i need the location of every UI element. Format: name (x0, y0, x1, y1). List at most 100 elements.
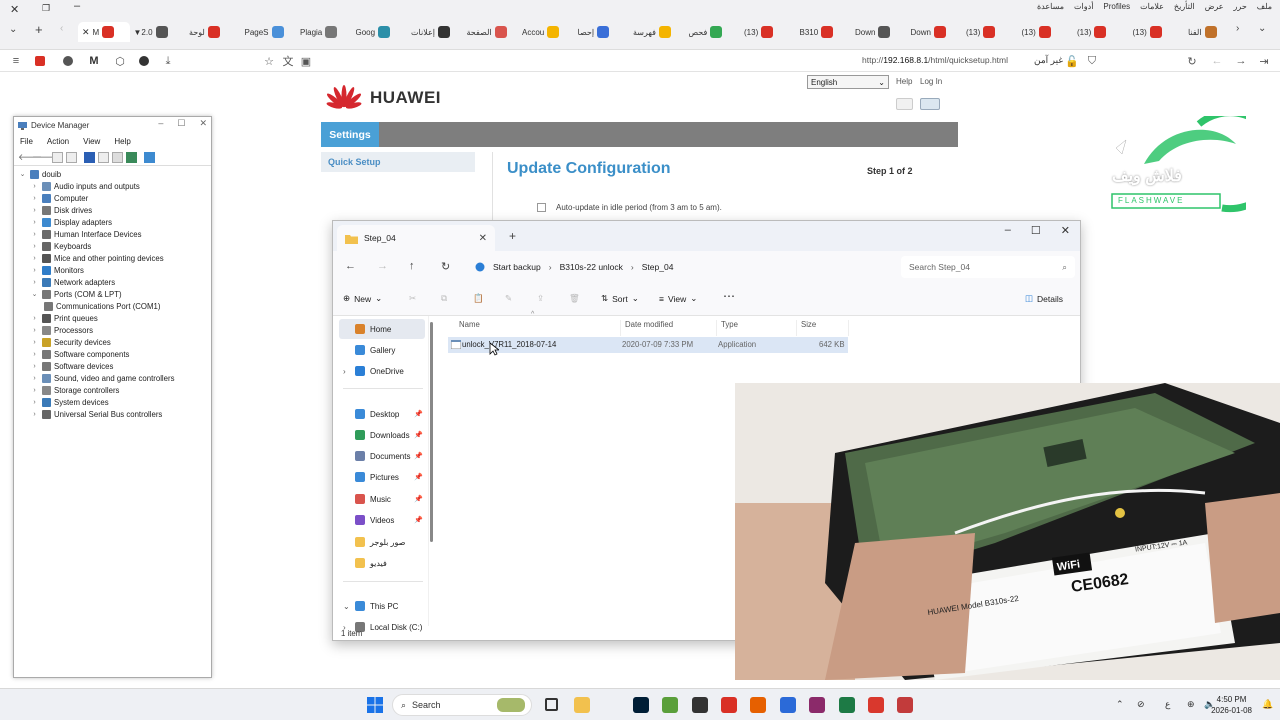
device-category[interactable]: › Disk drives (18, 204, 211, 216)
device-category[interactable]: › Mice and other pointing devices (18, 252, 211, 264)
tab-settings[interactable]: Settings (321, 122, 379, 147)
nav-scrollbar[interactable] (430, 322, 433, 542)
extension-icon-3[interactable]: ⬡ (113, 54, 127, 68)
cut-icon[interactable]: ✂ (409, 293, 416, 304)
nav-item[interactable]: Documents 📌 (339, 446, 425, 466)
tree-root[interactable]: ⌄ douib (18, 168, 211, 180)
browser-menu-item[interactable]: التأريخ (1174, 2, 1195, 11)
browser-menu-item[interactable]: علامات (1140, 2, 1164, 11)
url-bar[interactable]: http://192.168.8.1/html/quicksetup.html (862, 55, 1008, 65)
column-header-name[interactable]: Name (455, 320, 621, 336)
bookmark-star-icon[interactable]: ☆ (262, 54, 276, 68)
chevron-right-icon[interactable]: › (549, 262, 552, 272)
login-link[interactable]: Log In (920, 77, 942, 86)
browser-tab[interactable]: Down (911, 22, 963, 42)
expand-icon[interactable]: › (30, 315, 39, 322)
show-hidden-icons[interactable]: ⌃ (1116, 699, 1124, 710)
back-icon[interactable]: ← (345, 260, 356, 272)
browser-menu-item[interactable]: مساعدة (1037, 2, 1064, 11)
menu-item-view[interactable]: View (83, 137, 100, 146)
device-category[interactable]: › Universal Serial Bus controllers (18, 408, 211, 420)
close-tab-icon[interactable]: ✕ (82, 27, 90, 38)
task-view-icon[interactable] (545, 698, 558, 711)
browser-tab[interactable]: B310 (800, 22, 852, 42)
minimize-window-icon[interactable]: – (74, 0, 80, 12)
browser-tab[interactable]: (13) (1022, 22, 1074, 42)
expand-icon[interactable]: › (30, 363, 39, 370)
minimize-icon[interactable]: – (158, 118, 163, 129)
browser-tab[interactable]: (13) (966, 22, 1018, 42)
device-category[interactable]: › Storage controllers (18, 384, 211, 396)
column-header-date[interactable]: Date modified (621, 320, 717, 336)
chrome-icon[interactable] (721, 697, 737, 713)
browser-tab[interactable]: PageS (245, 22, 297, 42)
expand-icon[interactable]: › (30, 279, 39, 286)
browser-tab[interactable]: الصفحة (467, 22, 519, 42)
mail-icon[interactable] (897, 697, 913, 713)
nav-item[interactable]: Desktop 📌 (339, 404, 425, 424)
maximize-icon[interactable]: ☐ (1031, 224, 1041, 237)
shield-icon[interactable]: ⛉ (1085, 54, 1099, 68)
help-link[interactable]: Help (896, 77, 912, 86)
extension-icon-2[interactable] (61, 54, 75, 68)
collapse-icon[interactable]: ⌄ (30, 290, 39, 298)
browser-menu-item[interactable]: Profiles (1103, 2, 1130, 11)
expand-icon[interactable]: › (30, 231, 39, 238)
device-category[interactable]: › Keyboards (18, 240, 211, 252)
nav-item[interactable]: فيديو (339, 553, 425, 573)
copy-icon[interactable]: ⧉ (441, 293, 447, 304)
nav-item[interactable]: › OneDrive (339, 361, 425, 381)
globe-icon[interactable]: ⊕ (1187, 699, 1195, 710)
expand-icon[interactable]: › (30, 243, 39, 250)
shield-icon[interactable] (780, 697, 796, 713)
winrar-icon[interactable] (809, 697, 825, 713)
input-language[interactable]: ع (1165, 699, 1170, 710)
chatgpt-icon[interactable] (692, 697, 708, 713)
nav-item[interactable]: Videos 📌 (339, 510, 425, 530)
nav-item[interactable]: Music 📌 (339, 489, 425, 509)
expand-icon[interactable]: › (30, 411, 39, 418)
device-category[interactable]: › Human Interface Devices (18, 228, 211, 240)
device-category[interactable]: › System devices (18, 396, 211, 408)
extension-icon-4[interactable] (137, 54, 151, 68)
notifications-icon[interactable]: 🔔 (1262, 699, 1273, 710)
krita-icon[interactable] (662, 697, 678, 713)
excel-icon[interactable] (839, 697, 855, 713)
firefox-icon[interactable] (750, 697, 766, 713)
back-arrow-icon[interactable]: 🡐 (18, 152, 42, 163)
reload-icon[interactable]: ↻ (1185, 54, 1199, 68)
view-button[interactable]: ≡ View ⌄ (659, 293, 697, 304)
browser-tab[interactable]: Plagia (300, 22, 352, 42)
menu-icon[interactable]: ≡ (9, 54, 23, 68)
sort-button[interactable]: ⇅ Sort ⌄ (601, 293, 639, 304)
browser-tab[interactable]: (13) (744, 22, 796, 42)
photoshop-icon[interactable] (633, 697, 649, 713)
not-secure-label[interactable]: غير آمن (1034, 55, 1063, 66)
column-header-type[interactable]: Type (717, 320, 797, 336)
close-icon[interactable]: ✕ (199, 118, 207, 129)
browser-tab[interactable]: (13) (1133, 22, 1185, 42)
taskbar-search[interactable]: ⌕ Search (392, 694, 532, 716)
minimize-icon[interactable]: – (1005, 224, 1011, 237)
breadcrumb-item[interactable]: Start backup (493, 262, 541, 272)
screenshot-icon[interactable]: ▣ (299, 54, 313, 68)
browser-tab[interactable]: إعلانات (411, 22, 463, 42)
back-icon[interactable]: → (1234, 54, 1248, 68)
expand-icon[interactable]: › (30, 351, 39, 358)
new-button[interactable]: ⊕ New ⌄ (343, 293, 382, 304)
expand-icon[interactable]: › (30, 387, 39, 394)
expand-icon[interactable]: › (30, 375, 39, 382)
device-category[interactable]: Communications Port (COM1) (18, 300, 211, 312)
download-icon[interactable]: ⤓ (161, 54, 175, 68)
nav-item[interactable]: ⌄ This PC (339, 596, 425, 616)
expand-icon[interactable]: › (30, 339, 39, 346)
forward-arrow-icon[interactable]: 🡒 (32, 152, 56, 163)
nav-item[interactable]: Downloads 📌 (339, 425, 425, 445)
details-button[interactable]: ◫ Details (1025, 293, 1063, 304)
browser-tab[interactable]: فحص (689, 22, 741, 42)
table-row[interactable]: unlock_V7R11_2018-07-14 2020-07-09 7:33 … (448, 337, 848, 353)
breadcrumb-item[interactable]: B310s-22 unlock (560, 262, 623, 272)
menu-item-help[interactable]: Help (114, 137, 130, 146)
device-category[interactable]: › Processors (18, 324, 211, 336)
new-tab-icon[interactable]: + (35, 22, 43, 37)
